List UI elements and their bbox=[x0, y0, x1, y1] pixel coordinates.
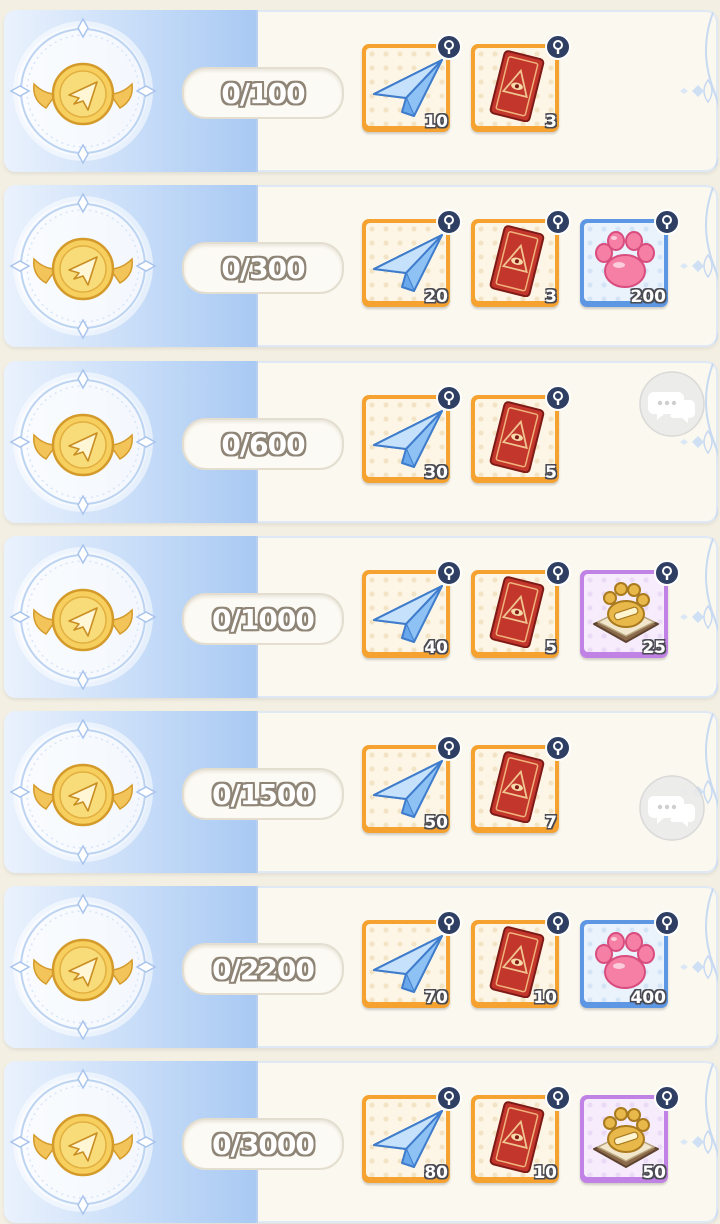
reward-item-paper-plane[interactable]: 30 bbox=[362, 385, 462, 485]
reward-item-paper-plane[interactable]: 80 bbox=[362, 1085, 462, 1185]
tier-progress-counter: 0/3000 bbox=[182, 1118, 344, 1170]
reward-quantity: 200 bbox=[630, 287, 667, 307]
gold-paper-plane-medal-icon bbox=[8, 16, 158, 166]
lock-badge-icon bbox=[436, 385, 462, 411]
reward-quantity: 5 bbox=[545, 463, 557, 483]
reward-item-tarot-card[interactable]: 7 bbox=[471, 735, 571, 835]
gold-paper-plane-medal-icon bbox=[8, 367, 158, 517]
gold-paper-plane-medal-icon bbox=[8, 892, 158, 1042]
tier-progress-counter: 0/100 bbox=[182, 67, 344, 119]
reward-item-paper-plane[interactable]: 40 bbox=[362, 560, 462, 660]
reward-quantity: 3 bbox=[545, 112, 557, 132]
gold-paper-plane-medal-icon bbox=[8, 1067, 158, 1217]
lock-badge-icon bbox=[654, 560, 680, 586]
lock-badge-icon bbox=[436, 1085, 462, 1111]
gold-paper-plane-medal-icon bbox=[8, 191, 158, 341]
ornament-decoration bbox=[678, 10, 718, 172]
lock-badge-icon bbox=[545, 735, 571, 761]
reward-tier-row: 0/300 20 3 200 bbox=[4, 185, 718, 347]
reward-tier-row: 0/3000 80 10 50 bbox=[4, 1061, 718, 1223]
reward-quantity: 50 bbox=[642, 1163, 666, 1183]
reward-quantity: 30 bbox=[424, 463, 448, 483]
reward-tier-row: 0/1000 40 5 25 bbox=[4, 536, 718, 698]
reward-quantity: 80 bbox=[424, 1163, 448, 1183]
reward-item-paw-jelly[interactable]: 200 bbox=[580, 209, 680, 309]
reward-item-tarot-card[interactable]: 5 bbox=[471, 560, 571, 660]
reward-item-paper-plane[interactable]: 10 bbox=[362, 34, 462, 134]
reward-tier-row: 0/100 10 3 bbox=[4, 10, 718, 172]
lock-badge-icon bbox=[545, 1085, 571, 1111]
chat-bubble-icon[interactable] bbox=[638, 370, 706, 438]
reward-tier-row: 0/2200 70 10 400 bbox=[4, 886, 718, 1048]
chat-bubble-icon[interactable] bbox=[638, 774, 706, 842]
reward-quantity: 20 bbox=[424, 287, 448, 307]
reward-item-paper-plane[interactable]: 70 bbox=[362, 910, 462, 1010]
lock-badge-icon bbox=[436, 910, 462, 936]
gold-paper-plane-medal-icon bbox=[8, 542, 158, 692]
lock-badge-icon bbox=[654, 1085, 680, 1111]
reward-quantity: 40 bbox=[424, 638, 448, 658]
reward-tier-row: 0/600 30 5 bbox=[4, 361, 718, 523]
reward-quantity: 25 bbox=[642, 638, 666, 658]
lock-badge-icon bbox=[545, 560, 571, 586]
reward-quantity: 10 bbox=[533, 1163, 557, 1183]
reward-quantity: 5 bbox=[545, 638, 557, 658]
reward-quantity: 400 bbox=[630, 988, 667, 1008]
lock-badge-icon bbox=[545, 209, 571, 235]
lock-badge-icon bbox=[545, 910, 571, 936]
reward-quantity: 70 bbox=[424, 988, 448, 1008]
reward-item-paw-jelly[interactable]: 400 bbox=[580, 910, 680, 1010]
reward-item-paper-plane[interactable]: 50 bbox=[362, 735, 462, 835]
reward-item-paw-cookie[interactable]: 25 bbox=[580, 560, 680, 660]
reward-item-tarot-card[interactable]: 10 bbox=[471, 1085, 571, 1185]
reward-quantity: 7 bbox=[545, 813, 557, 833]
tier-progress-counter: 0/1500 bbox=[182, 768, 344, 820]
lock-badge-icon bbox=[545, 34, 571, 60]
tier-progress-counter: 0/300 bbox=[182, 242, 344, 294]
lock-badge-icon bbox=[654, 209, 680, 235]
lock-badge-icon bbox=[436, 209, 462, 235]
tier-progress-counter: 0/1000 bbox=[182, 593, 344, 645]
tier-progress-counter: 0/2200 bbox=[182, 943, 344, 995]
reward-item-tarot-card[interactable]: 3 bbox=[471, 209, 571, 309]
tier-progress-counter: 0/600 bbox=[182, 418, 344, 470]
reward-tier-row: 0/1500 50 7 bbox=[4, 711, 718, 873]
lock-badge-icon bbox=[436, 735, 462, 761]
gold-paper-plane-medal-icon bbox=[8, 717, 158, 867]
reward-item-tarot-card[interactable]: 10 bbox=[471, 910, 571, 1010]
reward-quantity: 10 bbox=[533, 988, 557, 1008]
reward-item-paper-plane[interactable]: 20 bbox=[362, 209, 462, 309]
reward-quantity: 3 bbox=[545, 287, 557, 307]
reward-item-paw-cookie[interactable]: 50 bbox=[580, 1085, 680, 1185]
reward-quantity: 10 bbox=[424, 112, 448, 132]
lock-badge-icon bbox=[436, 560, 462, 586]
lock-badge-icon bbox=[545, 385, 571, 411]
reward-item-tarot-card[interactable]: 5 bbox=[471, 385, 571, 485]
ornament-decoration bbox=[678, 1061, 718, 1223]
reward-item-tarot-card[interactable]: 3 bbox=[471, 34, 571, 134]
lock-badge-icon bbox=[436, 34, 462, 60]
ornament-decoration bbox=[678, 536, 718, 698]
lock-badge-icon bbox=[654, 910, 680, 936]
reward-quantity: 50 bbox=[424, 813, 448, 833]
ornament-decoration bbox=[678, 886, 718, 1048]
ornament-decoration bbox=[678, 185, 718, 347]
